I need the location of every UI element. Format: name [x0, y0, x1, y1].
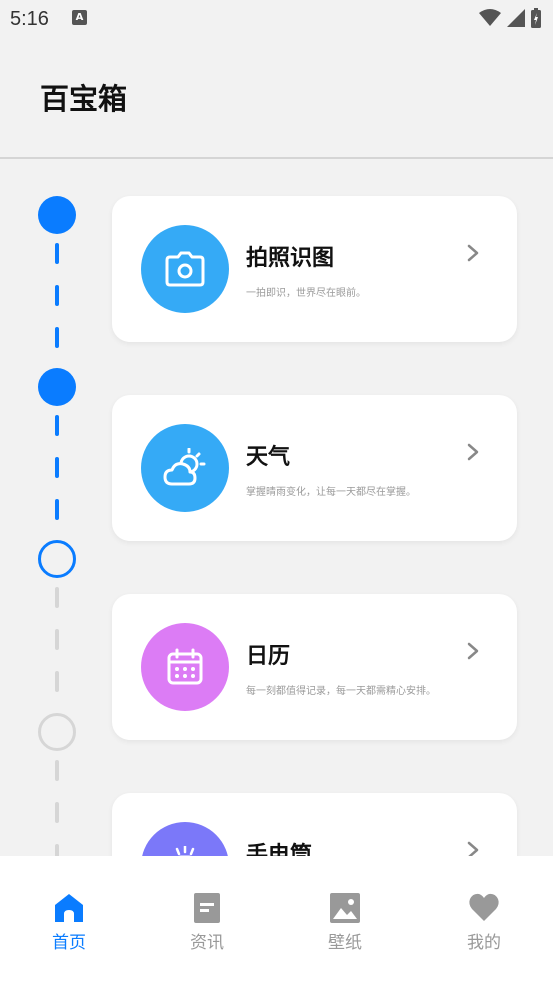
weather-icon: [141, 424, 229, 512]
nav-label: 我的: [467, 933, 501, 953]
chevron-right-icon: [467, 642, 479, 660]
timeline-dash: [55, 587, 59, 608]
card-desc: 掌握晴雨变化，让每一天都尽在掌握。: [246, 487, 416, 498]
timeline-dash: [55, 415, 59, 436]
card-title: 日历: [246, 644, 291, 669]
nav-item-mine[interactable]: 我的: [444, 892, 524, 953]
calendar-icon: [141, 623, 229, 711]
card-photo-recognition[interactable]: 拍照识图 一拍即识，世界尽在眼前。: [112, 196, 517, 342]
nav-label: 首页: [52, 933, 86, 953]
nav-label: 资讯: [190, 933, 224, 953]
nav-label: 壁纸: [328, 933, 362, 953]
timeline-dot-3: [38, 540, 76, 578]
timeline-dash: [55, 844, 59, 856]
page-title: 百宝箱: [40, 82, 128, 116]
timeline-dash: [55, 457, 59, 478]
timeline-dot-4: [38, 713, 76, 751]
card-desc: 一拍即识，世界尽在眼前。: [246, 288, 366, 299]
card-title: 天气: [246, 445, 291, 470]
battery-icon: [531, 8, 541, 28]
tool-list[interactable]: 拍照识图 一拍即识，世界尽在眼前。 天气 掌握晴雨变化，让每一天都尽在掌握。 日…: [0, 161, 553, 856]
card-weather[interactable]: 天气 掌握晴雨变化，让每一天都尽在掌握。: [112, 395, 517, 541]
camera-icon: [141, 225, 229, 313]
timeline-dash: [55, 671, 59, 692]
wifi-icon: [479, 9, 501, 26]
card-calendar[interactable]: 日历 每一刻都值得记录，每一天都需精心安排。: [112, 594, 517, 740]
nav-item-news[interactable]: 资讯: [167, 892, 247, 953]
timeline-dot-2: [38, 368, 76, 406]
status-icons: [479, 8, 541, 28]
timeline-dash: [55, 760, 59, 781]
notification-icon: A: [72, 10, 87, 25]
heart-icon: [469, 893, 499, 921]
home-icon: [55, 894, 83, 922]
timeline-dash: [55, 629, 59, 650]
timeline-dash: [55, 327, 59, 348]
card-flashlight[interactable]: 手电筒: [112, 793, 517, 856]
nav-item-wallpaper[interactable]: 壁纸: [305, 892, 385, 953]
timeline-dash: [55, 243, 59, 264]
timeline-dash: [55, 802, 59, 823]
status-time: 5:16: [10, 8, 49, 30]
chevron-right-icon: [467, 244, 479, 262]
chevron-right-icon: [467, 443, 479, 461]
nav-item-home[interactable]: 首页: [29, 892, 109, 953]
timeline-dash: [55, 499, 59, 520]
status-bar: 5:16 A: [0, 0, 553, 40]
card-title: 拍照识图: [246, 246, 335, 271]
signal-icon: [507, 9, 525, 27]
app-header: 百宝箱: [0, 40, 553, 159]
timeline-dash: [55, 285, 59, 306]
card-desc: 每一刻都值得记录，每一天都需精心安排。: [246, 686, 436, 697]
timeline-dot-1: [38, 196, 76, 234]
flashlight-icon: [141, 822, 229, 856]
news-icon: [194, 893, 220, 923]
bottom-nav: 首页 资讯 壁纸 我的: [0, 856, 553, 984]
chevron-right-icon: [467, 841, 479, 856]
card-title: 手电筒: [246, 843, 313, 856]
wallpaper-icon: [330, 893, 360, 923]
